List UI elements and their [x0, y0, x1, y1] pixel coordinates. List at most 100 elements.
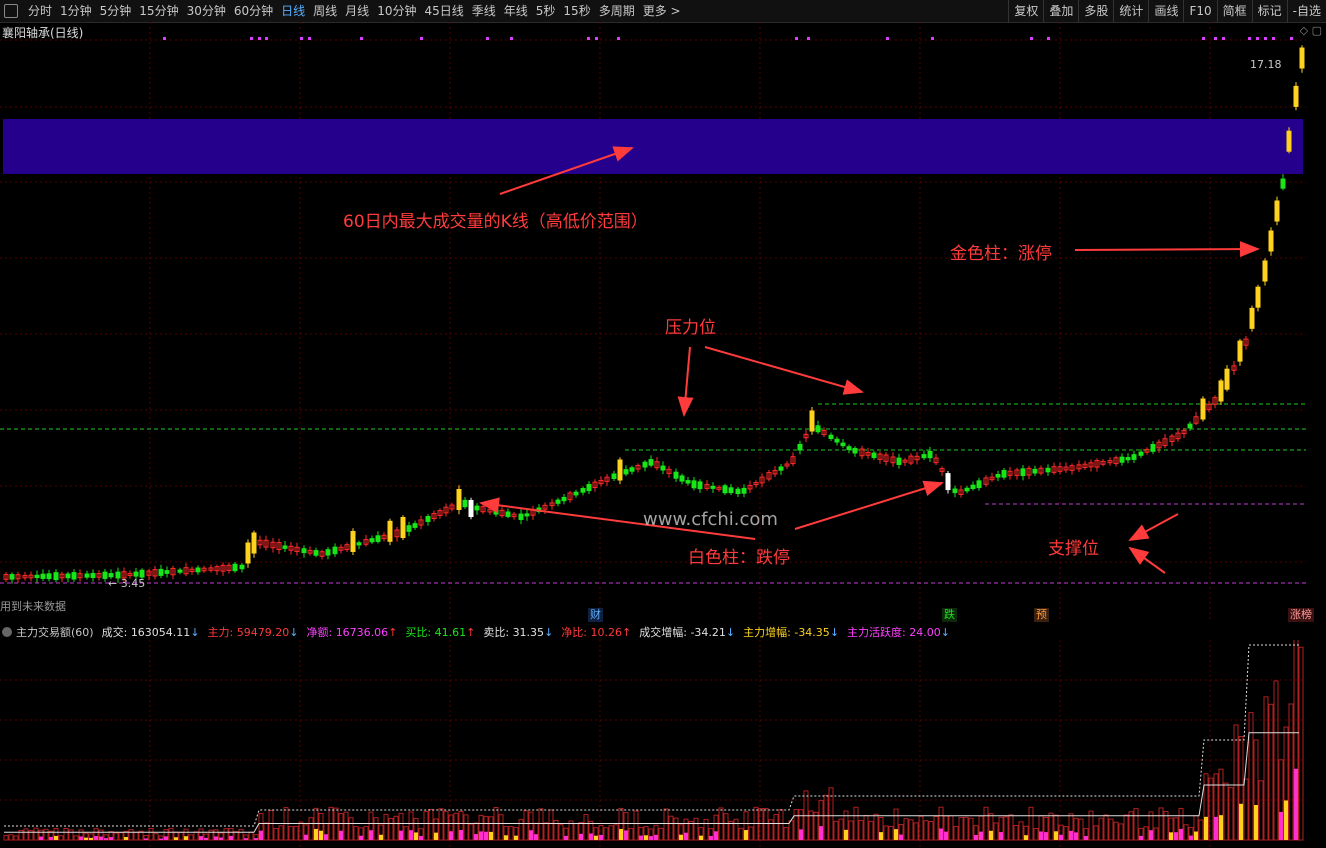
period-daily[interactable]: 日线	[277, 0, 309, 22]
event-marker-zhangbang[interactable]: 涨榜	[1288, 608, 1314, 622]
candle-body	[815, 425, 821, 433]
period-monthly[interactable]: 月线	[341, 0, 373, 22]
period-year[interactable]: 年线	[500, 0, 532, 22]
volume-bar	[833, 820, 839, 841]
main-force-bar	[84, 837, 88, 840]
candle-body	[425, 516, 431, 522]
candle-body	[896, 457, 902, 465]
volume-bar	[1298, 646, 1304, 841]
volume-bar	[1033, 827, 1039, 841]
volume-bar	[293, 825, 299, 841]
volume-bar	[538, 808, 544, 841]
candle-body	[84, 573, 90, 578]
indicator-item-8: 主力活跃度: 24.00↓	[847, 626, 950, 639]
volume-bar	[663, 808, 669, 841]
menu-icon[interactable]	[4, 4, 18, 18]
indicator-dropdown-icon[interactable]	[2, 627, 12, 637]
candle-body	[313, 550, 319, 556]
volume-bar	[383, 813, 389, 841]
candle-body	[282, 545, 288, 549]
volume-bar	[388, 817, 394, 841]
period-weekly[interactable]: 周线	[309, 0, 341, 22]
main-force-bar	[1279, 811, 1283, 840]
main-force-bar	[644, 835, 648, 840]
period-1min[interactable]: 1分钟	[56, 0, 96, 22]
tool-draw[interactable]: 画线	[1148, 0, 1183, 22]
candle-body	[611, 473, 617, 479]
indicator-chart[interactable]	[0, 640, 1326, 848]
main-force-bar	[1024, 835, 1028, 840]
tool-overlay[interactable]: 叠加	[1043, 0, 1078, 22]
main-force-bar	[579, 833, 583, 840]
volume-bar	[1228, 787, 1234, 841]
candle-body	[400, 517, 406, 538]
candle-body	[921, 454, 927, 459]
candle-body	[232, 563, 238, 572]
candle-body	[375, 535, 381, 542]
volume-bar	[113, 832, 119, 841]
signal-dot	[1290, 37, 1293, 40]
kline-chart[interactable]	[0, 22, 1326, 622]
tool-multi-stock[interactable]: 多股	[1078, 0, 1113, 22]
event-marker-cai[interactable]: 财	[588, 608, 603, 622]
candle-body	[834, 438, 840, 443]
volume-bar	[583, 813, 589, 841]
tool-simple-frame[interactable]: 简框	[1216, 0, 1252, 22]
main-force-bar	[1039, 831, 1043, 840]
main-force-bar	[944, 831, 948, 840]
event-marker-yu[interactable]: 预	[1034, 608, 1049, 622]
tool-fuquan[interactable]: 复权	[1008, 0, 1043, 22]
event-marker-die[interactable]: 跌	[942, 608, 957, 622]
signal-dots	[163, 37, 1293, 40]
main-force-bar	[449, 831, 453, 840]
volume-bar	[333, 807, 339, 841]
main-force-bar	[699, 835, 703, 840]
candle-body	[505, 511, 511, 517]
main-force-bar	[974, 835, 978, 840]
period-multi[interactable]: 多周期	[595, 0, 639, 22]
period-fenshi[interactable]: 分时	[24, 0, 56, 22]
volume-bar	[68, 829, 74, 841]
volume-bar	[838, 818, 844, 841]
period-5sec[interactable]: 5秒	[532, 0, 560, 22]
indicator-name[interactable]: 主力交易额(60)	[16, 624, 94, 640]
period-30min[interactable]: 30分钟	[183, 0, 230, 22]
period-5min[interactable]: 5分钟	[96, 0, 136, 22]
tool-f10[interactable]: F10	[1183, 0, 1216, 22]
period-45day[interactable]: 45日线	[420, 0, 467, 22]
volume-bar	[1183, 824, 1189, 841]
main-force-bar	[1169, 832, 1173, 840]
indicator-item-6: 成交增幅: -34.21↓	[639, 626, 736, 639]
period-quarter[interactable]: 季线	[468, 0, 500, 22]
volume-bar	[518, 819, 524, 841]
period-more[interactable]: 更多 >	[639, 0, 685, 22]
indicator-item-1: 主力: 59479.20↓	[207, 626, 299, 639]
period-15min[interactable]: 15分钟	[135, 0, 182, 22]
candle-body	[623, 469, 629, 475]
period-15sec[interactable]: 15秒	[559, 0, 594, 22]
period-60min[interactable]: 60分钟	[230, 0, 277, 22]
main-force-bar	[419, 836, 423, 840]
main-force-bar	[709, 836, 713, 840]
candle-body	[1299, 47, 1305, 69]
candle-body	[412, 523, 418, 528]
main-force-bar	[89, 837, 93, 840]
main-force-bar	[1044, 832, 1048, 840]
main-force-bar	[879, 832, 883, 840]
main-force-bar	[109, 837, 113, 840]
main-force-bar	[1214, 816, 1218, 840]
volume-bar	[1098, 817, 1104, 841]
candle-body	[1119, 456, 1125, 463]
candle-body	[617, 459, 623, 481]
candle-body	[251, 532, 257, 554]
tool-stats[interactable]: 统计	[1113, 0, 1148, 22]
main-force-bar	[989, 830, 993, 840]
tool-watchlist[interactable]: -自选	[1286, 0, 1326, 22]
arrow-gold	[1074, 241, 1260, 258]
gold-annotation: 金色柱：涨停	[950, 244, 1052, 264]
volume-bar	[1158, 807, 1164, 841]
candle-body	[797, 443, 803, 451]
tool-mark[interactable]: 标记	[1251, 0, 1287, 22]
period-10min[interactable]: 10分钟	[373, 0, 420, 22]
volume-bar	[768, 819, 774, 841]
